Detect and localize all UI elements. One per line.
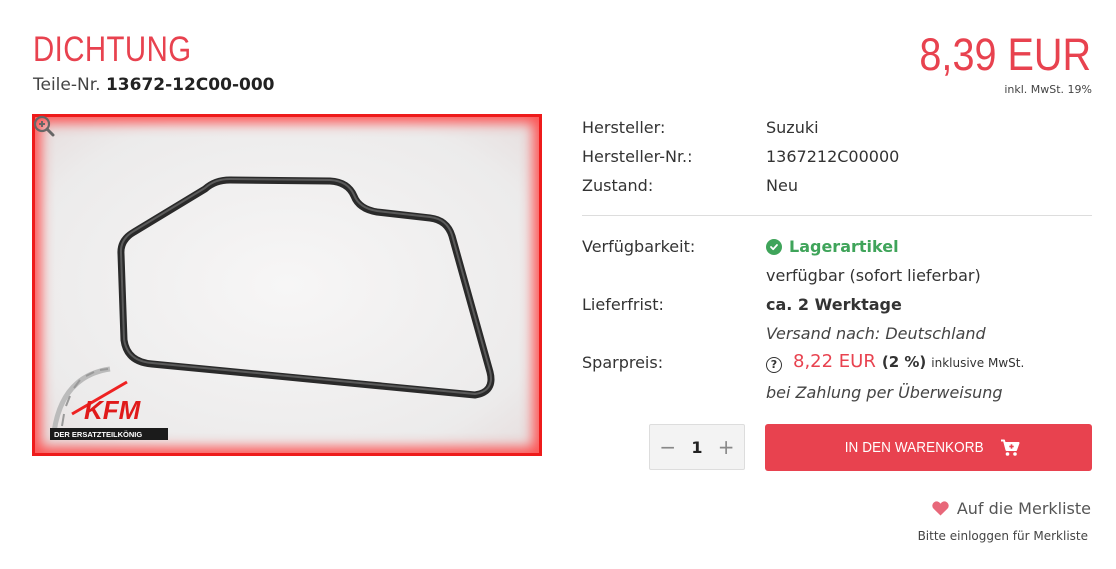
delivery-value: ca. 2 Werktage <box>766 295 902 314</box>
part-number-value: 13672-12C00-000 <box>105 75 275 95</box>
svg-text:DER ERSATZTEILKÖNIG: DER ERSATZTEILKÖNIG <box>54 430 142 439</box>
vat-note: inkl. MwSt. 19% <box>1004 83 1092 96</box>
product-title: DICHTUNG <box>33 30 192 69</box>
manufacturer-no-label: Hersteller-Nr.: <box>582 147 693 166</box>
savings-percent: (2 %) <box>881 353 927 371</box>
attributes-divider <box>582 215 1092 216</box>
condition-value: Neu <box>766 176 798 195</box>
kfm-logo: KFM DER ERSATZTEILKÖNIG <box>50 366 168 440</box>
help-icon[interactable]: ? <box>766 357 782 373</box>
savings-label: Sparpreis: <box>582 353 664 372</box>
quantity-value[interactable]: 1 <box>691 438 702 457</box>
availability-label: Verfügbarkeit: <box>582 237 696 256</box>
part-number: Teile-Nr. 13672-12C00-000 <box>33 75 274 95</box>
wishlist-login-note: Bitte einloggen für Merkliste <box>917 529 1088 543</box>
savings-price: 8,22 EUR <box>793 351 876 372</box>
zoom-in-icon[interactable] <box>32 114 56 138</box>
savings-row: ? 8,22 EUR (2 %) inklusive MwSt. <box>766 351 1025 373</box>
savings-vat: inklusive MwSt. <box>931 356 1025 370</box>
svg-text:KFM: KFM <box>84 395 142 425</box>
availability-note: verfügbar (sofort lieferbar) <box>766 266 981 285</box>
part-number-label: Teile-Nr. <box>33 75 101 95</box>
savings-condition: bei Zahlung per Überweisung <box>766 383 1003 402</box>
availability-status-text: Lagerartikel <box>789 237 899 256</box>
wishlist-link[interactable]: Auf die Merkliste <box>932 499 1091 518</box>
manufacturer-no-value: 1367212C00000 <box>766 147 900 166</box>
cart-plus-icon <box>1000 439 1020 456</box>
manufacturer-label: Hersteller: <box>582 118 666 137</box>
product-price: 8,39 EUR <box>919 29 1091 80</box>
quantity-increase-button[interactable]: + <box>714 435 738 459</box>
delivery-label: Lieferfrist: <box>582 295 664 314</box>
condition-label: Zustand: <box>582 176 654 195</box>
wishlist-label: Auf die Merkliste <box>956 499 1091 518</box>
quantity-stepper[interactable]: − 1 + <box>649 424 745 470</box>
quantity-decrease-button[interactable]: − <box>656 435 680 459</box>
gasket-photo: KFM DER ERSATZTEILKÖNIG <box>50 176 495 440</box>
availability-status: Lagerartikel <box>766 237 899 256</box>
manufacturer-value: Suzuki <box>766 118 819 137</box>
add-to-cart-button[interactable]: IN DEN WARENKORB <box>765 424 1092 471</box>
add-to-cart-label: IN DEN WARENKORB <box>845 439 984 456</box>
product-image[interactable]: KFM DER ERSATZTEILKÖNIG <box>32 114 542 456</box>
check-circle-icon <box>766 238 782 255</box>
shipping-destination: Versand nach: Deutschland <box>766 324 986 343</box>
heart-icon <box>932 501 949 516</box>
